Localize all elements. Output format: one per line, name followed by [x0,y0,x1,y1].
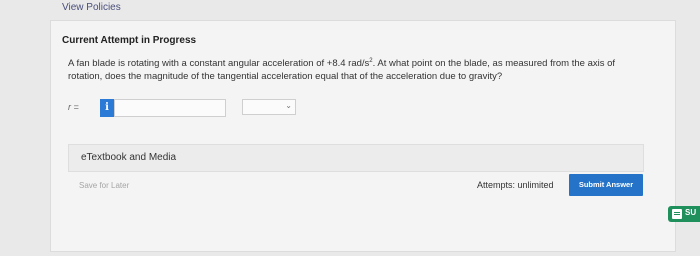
save-for-later-button[interactable]: Save for Later [79,181,129,190]
question-text: A fan blade is rotating with a constant … [68,57,628,83]
unit-select[interactable]: ⌄ [242,99,296,115]
chat-icon [672,209,682,219]
answer-input[interactable] [114,99,226,117]
view-policies-link[interactable]: View Policies [62,2,121,13]
side-tab[interactable]: SU [668,206,700,222]
info-icon-button[interactable]: i [100,99,114,117]
attempt-title: Current Attempt in Progress [62,35,197,46]
submit-answer-button[interactable]: Submit Answer [569,174,643,196]
side-tab-label: SU [685,208,697,217]
answer-variable-label: r = [68,102,79,112]
attempts-status: Attempts: unlimited [477,180,554,190]
etextbook-media-label: eTextbook and Media [81,152,177,163]
question-text-main: A fan blade is rotating with a constant … [68,58,370,69]
question-card [50,20,676,252]
etextbook-media-panel[interactable]: eTextbook and Media [68,144,644,172]
chevron-down-icon: ⌄ [285,101,292,110]
